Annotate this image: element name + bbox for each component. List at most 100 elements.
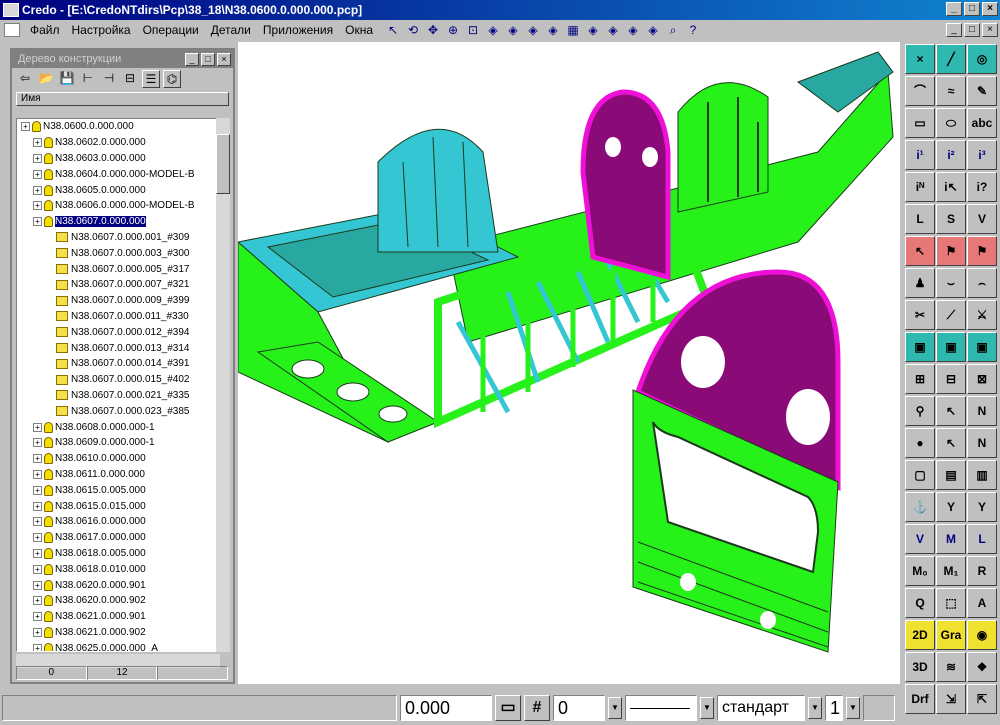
part-folder-icon[interactable] [56, 311, 68, 322]
tool2-button[interactable]: ⊟ [936, 364, 966, 394]
measure-v-button[interactable]: V [967, 204, 997, 234]
magnifier-icon[interactable]: ⌕ [665, 22, 681, 38]
comp1-button[interactable]: ▣ [905, 332, 935, 362]
view8-icon[interactable]: ◈ [645, 22, 661, 38]
line-type-dropdown-button[interactable]: ▼ [700, 696, 714, 719]
menu-settings[interactable]: Настройка [66, 23, 137, 37]
arc-button[interactable]: ⌒ [905, 76, 935, 106]
info-query-button[interactable]: i? [967, 172, 997, 202]
measure-l-button[interactable]: L [905, 204, 935, 234]
tree-maximize-button[interactable]: □ [201, 52, 215, 66]
diag-button[interactable]: ⟋ [936, 300, 966, 330]
rotate-icon[interactable]: ⟲ [405, 22, 421, 38]
tree-row[interactable]: + N38.0616.0.000.000 [17, 514, 219, 530]
visibility-bulb-icon[interactable] [44, 595, 53, 607]
cut-button[interactable]: ✂ [905, 300, 935, 330]
knife-button[interactable]: ⚔ [967, 300, 997, 330]
pencil-button[interactable]: ✎ [967, 76, 997, 106]
list-icon[interactable]: ☰ [142, 70, 160, 88]
tree-row[interactable]: N38.0607.0.000.009_#399 [17, 293, 219, 309]
layer-field[interactable]: 0 [553, 694, 605, 721]
zoom-icon[interactable]: ⊕ [445, 22, 461, 38]
info2-button[interactable]: i² [936, 140, 966, 170]
3d-button[interactable]: 3D [905, 652, 935, 682]
part-folder-icon[interactable] [56, 343, 68, 354]
fork2-button[interactable]: Y [967, 492, 997, 522]
menu-details[interactable]: Детали [205, 23, 257, 37]
expand-toggle-icon[interactable]: + [33, 217, 42, 227]
tree-close-button[interactable]: × [217, 52, 231, 66]
frame3-button[interactable]: ▥ [967, 460, 997, 490]
maximize-button[interactable]: □ [964, 2, 980, 16]
expand-toggle-icon[interactable]: + [33, 533, 42, 543]
wrench-button[interactable]: ⚲ [905, 396, 935, 426]
app-icon[interactable] [3, 3, 19, 17]
v-button[interactable]: V [905, 524, 935, 554]
select-box-button[interactable]: ⬚ [936, 588, 966, 618]
people-button[interactable]: ♟ [905, 268, 935, 298]
tree-row[interactable]: + N38.0609.0.000.000-1 [17, 435, 219, 451]
tree-row[interactable]: N38.0607.0.000.013_#314 [17, 340, 219, 356]
visibility-bulb-icon[interactable] [44, 216, 53, 228]
comp3-button[interactable]: ▣ [967, 332, 997, 362]
part-folder-icon[interactable] [56, 358, 68, 369]
visibility-bulb-icon[interactable] [44, 626, 53, 638]
tree-row[interactable]: + N38.0605.0.000.000 [17, 182, 219, 198]
expand-toggle-icon[interactable]: + [33, 485, 42, 495]
scroll-thumb[interactable] [216, 134, 230, 194]
m1-button[interactable]: M₁ [936, 556, 966, 586]
scale-dropdown-button[interactable]: ▼ [846, 696, 860, 719]
tree-row[interactable]: + N38.0615.0.015.000 [17, 498, 219, 514]
m-button[interactable]: M [936, 524, 966, 554]
part-folder-icon[interactable] [56, 232, 68, 243]
r-button[interactable]: R [967, 556, 997, 586]
tree-row[interactable]: + N38.0621.0.000.902 [17, 625, 219, 641]
line-button[interactable]: ╱ [936, 44, 966, 74]
visibility-bulb-icon[interactable] [44, 532, 53, 544]
lips-button[interactable]: ◉ [967, 620, 997, 650]
pattern-button[interactable]: ❖ [967, 652, 997, 682]
arrow2-button[interactable]: ↖ [936, 428, 966, 458]
tree-row[interactable]: + N38.0607.0.000.000 [17, 214, 219, 230]
expand-toggle-icon[interactable]: + [33, 138, 42, 148]
rectangle-button[interactable]: ▭ [905, 108, 935, 138]
select-red3-button[interactable]: ⚑ [967, 236, 997, 266]
part-folder-icon[interactable] [56, 374, 68, 385]
hierarchy-icon[interactable]: ⊢ [79, 70, 97, 88]
tree-row[interactable]: + N38.0602.0.000.000 [17, 135, 219, 151]
view7-icon[interactable]: ◈ [625, 22, 641, 38]
visibility-bulb-icon[interactable] [44, 642, 53, 651]
style-dropdown-button[interactable]: ▼ [808, 696, 822, 719]
tree-row[interactable]: + N38.0611.0.000.000 [17, 467, 219, 483]
tree-row[interactable]: + N38.0620.0.000.901 [17, 577, 219, 593]
select-red1-button[interactable]: ↖ [905, 236, 935, 266]
tree-row[interactable]: N38.0607.0.000.014_#391 [17, 356, 219, 372]
minimize-button[interactable]: _ [946, 2, 962, 16]
style-field[interactable]: стандарт [717, 694, 805, 721]
m0-button[interactable]: M₀ [905, 556, 935, 586]
l-button[interactable]: L [967, 524, 997, 554]
part-folder-icon[interactable] [56, 390, 68, 401]
layer-dropdown-button[interactable]: ▼ [608, 696, 622, 719]
fork-button[interactable]: Y [936, 492, 966, 522]
tree-row[interactable]: N38.0607.0.000.005_#317 [17, 261, 219, 277]
expand-toggle-icon[interactable]: + [33, 548, 42, 558]
view4-icon[interactable]: ◈ [545, 22, 561, 38]
text-button[interactable]: abc [967, 108, 997, 138]
info3-button[interactable]: i³ [967, 140, 997, 170]
view2-icon[interactable]: ◈ [505, 22, 521, 38]
visibility-bulb-icon[interactable] [44, 453, 53, 465]
curve2-button[interactable]: ⌢ [967, 268, 997, 298]
tree-view-icon[interactable]: ⌬ [163, 70, 181, 88]
view6-icon[interactable]: ◈ [605, 22, 621, 38]
model-viewport[interactable] [236, 42, 900, 684]
2d-button[interactable]: 2D [905, 620, 935, 650]
open-icon[interactable]: 📂 [37, 70, 55, 88]
pan-icon[interactable]: ✥ [425, 22, 441, 38]
visibility-bulb-icon[interactable] [44, 421, 53, 433]
visibility-bulb-icon[interactable] [44, 184, 53, 196]
visibility-bulb-icon[interactable] [44, 516, 53, 528]
curve-button[interactable]: ⌣ [936, 268, 966, 298]
info1-button[interactable]: i¹ [905, 140, 935, 170]
visibility-bulb-icon[interactable] [44, 468, 53, 480]
